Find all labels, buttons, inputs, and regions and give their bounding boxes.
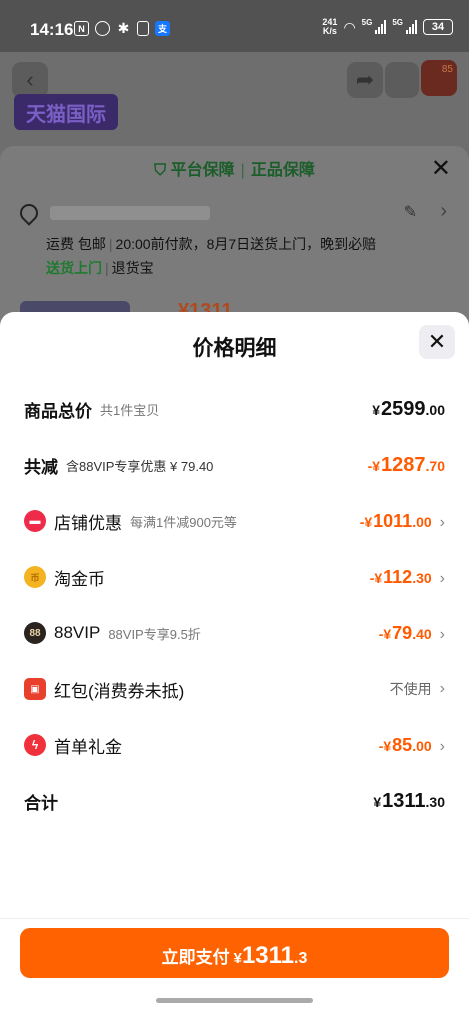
- chevron-right-icon: ›: [439, 569, 445, 587]
- lightning-icon: ϟ: [24, 734, 46, 756]
- signal-icon-1: [375, 20, 387, 34]
- chevron-right-icon: ›: [439, 625, 445, 643]
- pay-now-button[interactable]: 立即支付 ¥ 1311 .3: [20, 928, 449, 978]
- red-packet-value: 不使用 ›: [389, 680, 445, 697]
- store-discount-amount: -¥ 1011.00 ›: [359, 510, 445, 531]
- back-button[interactable]: ‹: [12, 62, 48, 98]
- alarm-icon: [95, 21, 110, 36]
- status-bar: 14:16 N ✱ 支 241 K/s ◠ 5G 5G 34: [0, 0, 469, 52]
- store-tag: 天猫国际: [14, 94, 118, 130]
- sheet-title: 价格明细: [192, 337, 277, 360]
- alipay-icon: 支: [155, 21, 170, 36]
- nfc-icon: N: [74, 21, 89, 36]
- wifi-icon: ◠: [343, 18, 356, 35]
- goods-total-amount: ¥2599.00: [372, 397, 445, 420]
- row-first-order-gift[interactable]: ϟ 首单礼金 -¥ 85.00 ›: [24, 730, 445, 760]
- row-total-discount: 共减 含88VIP专享优惠 ¥ 79.40 -¥ 1287.70: [24, 453, 445, 477]
- sum-amount: ¥1311.30: [373, 789, 445, 812]
- divider: [0, 918, 469, 919]
- location-icon: [16, 200, 42, 226]
- total-discount-amount: -¥ 1287.70: [367, 453, 445, 476]
- vip-discount-amount: -¥ 79.40 ›: [378, 622, 445, 643]
- net-speed: 241 K/s: [322, 17, 338, 36]
- row-red-packet[interactable]: ▣ 红包(消费券未抵) 不使用 ›: [24, 674, 445, 704]
- price-detail-sheet: 价格明细 ✕ 商品总价 共1件宝贝 ¥2599.00 共减 含88VIP专享优惠…: [0, 312, 469, 1024]
- row-taobao-coins[interactable]: 币 淘金币 -¥ 112.30 ›: [24, 562, 445, 592]
- promo-badge[interactable]: 85: [421, 60, 457, 96]
- shop-icon: ▬: [24, 510, 46, 532]
- first-order-amount: -¥ 85.00 ›: [378, 734, 445, 755]
- chevron-right-icon: ›: [439, 513, 445, 531]
- close-icon[interactable]: ✕: [431, 154, 451, 183]
- status-right: 241 K/s ◠ 5G 5G 34: [322, 18, 453, 36]
- notification-icons: N ✱ 支: [74, 20, 170, 36]
- row-store-discount[interactable]: ▬ 店铺优惠 每满1件减900元等 -¥ 1011.00 ›: [24, 506, 445, 536]
- chevron-right-icon: ›: [439, 737, 445, 755]
- edit-icon[interactable]: ✎: [404, 202, 417, 222]
- row-goods-total: 商品总价 共1件宝贝 ¥2599.00: [24, 397, 445, 421]
- signal-icon-2: [406, 20, 417, 34]
- share-button[interactable]: ➦: [347, 62, 383, 98]
- red-packet-icon: ▣: [24, 678, 46, 700]
- coin-discount-amount: -¥ 112.30 ›: [369, 566, 445, 587]
- battery-icon: 34: [423, 19, 453, 35]
- service-info: 送货上门 | 退货宝: [46, 260, 154, 276]
- address-redacted: [50, 206, 210, 220]
- home-indicator[interactable]: [156, 998, 313, 1003]
- guarantee-title: ⛉ 平台保障 | 正品保障: [154, 162, 315, 179]
- shipping-info: 运费 包邮 | 20:00前付款，8月7日送货上门，晚到必赔: [46, 236, 377, 252]
- chevron-right-icon: ›: [439, 680, 445, 697]
- coin-icon: 币: [24, 566, 46, 588]
- status-time: 14:16: [30, 20, 74, 39]
- chevron-right-icon[interactable]: ›: [440, 200, 447, 223]
- cart-button[interactable]: [385, 62, 419, 98]
- shield-icon: ⛉: [154, 162, 167, 179]
- row-sum: 合计 ¥1311.30: [24, 789, 445, 813]
- vibrate-icon: [137, 21, 149, 36]
- row-88vip[interactable]: 88 88VIP 88VIP专享9.5折 -¥ 79.40 ›: [24, 618, 445, 648]
- bluetooth-icon: ✱: [117, 20, 130, 36]
- vip-icon: 88: [24, 622, 46, 644]
- close-icon: ✕: [427, 329, 447, 354]
- close-button[interactable]: ✕: [419, 325, 455, 359]
